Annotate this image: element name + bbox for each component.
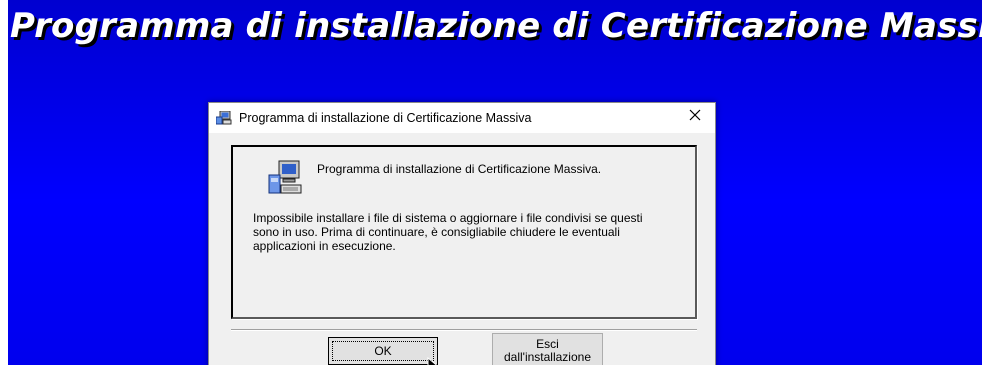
setup-app-icon	[215, 110, 232, 125]
dialog-heading: Programma di installazione di Certificaz…	[317, 162, 602, 176]
computer-setup-icon	[267, 159, 303, 199]
message-line: Impossibile installare i file di sistema…	[253, 211, 643, 225]
message-panel: Programma di installazione di Certificaz…	[231, 145, 697, 319]
dialog-titlebar[interactable]: Programma di installazione di Certificaz…	[209, 103, 715, 133]
exit-button-label-line2: dall'installazione	[503, 350, 591, 364]
separator-line	[231, 329, 697, 331]
dialog-message: Impossibile installare i file di sistema…	[253, 211, 683, 253]
message-line: sono in uso. Prima di continuare, è cons…	[253, 225, 620, 239]
desktop-background: Programma di installazione di Certificaz…	[8, 0, 982, 365]
focus-rectangle	[332, 341, 434, 361]
dialog-client-area: Programma di installazione di Certificaz…	[209, 133, 715, 365]
ok-button[interactable]: OK	[328, 337, 438, 365]
mouse-cursor-icon	[427, 356, 443, 365]
setup-banner-title: Programma di installazione di Certificaz…	[10, 6, 982, 46]
close-icon	[689, 108, 701, 126]
close-button[interactable]	[675, 103, 715, 131]
setup-dialog: Programma di installazione di Certificaz…	[208, 102, 716, 365]
message-line: applicazioni in esecuzione.	[253, 239, 396, 253]
dialog-title: Programma di installazione di Certificaz…	[239, 111, 532, 125]
exit-setup-button[interactable]: Esci dall'installazione	[492, 333, 603, 365]
